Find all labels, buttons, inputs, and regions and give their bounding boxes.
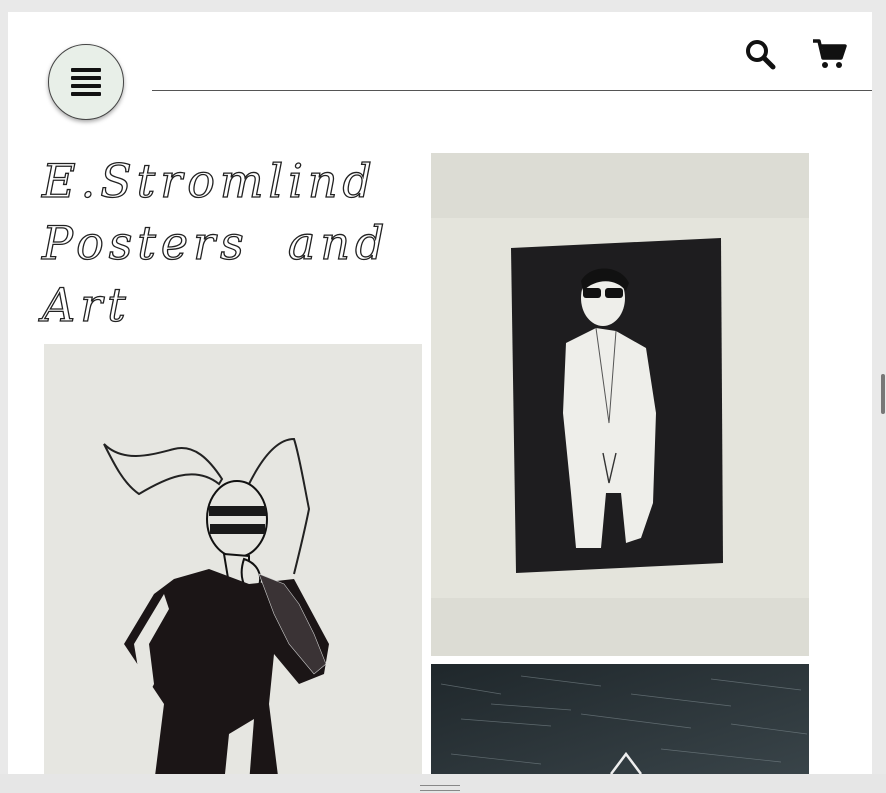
horned-figure-artwork[interactable]: [44, 344, 422, 774]
header-divider: [152, 90, 872, 91]
dark-water-artwork[interactable]: [431, 664, 809, 774]
sunglasses-figure-artwork[interactable]: [431, 153, 809, 656]
hamburger-icon: [71, 68, 101, 96]
site-logo[interactable]: E.Stromlind Posters and Art: [41, 150, 422, 336]
search-icon: [746, 40, 776, 70]
menu-button[interactable]: [48, 44, 124, 120]
cart-button[interactable]: [812, 38, 848, 70]
bottom-bar: [0, 774, 886, 793]
scrollbar-thumb[interactable]: [881, 374, 885, 414]
search-button[interactable]: [744, 38, 776, 70]
logo-line-1: E.Stromlind: [41, 153, 377, 208]
logo-line-2: Posters and: [41, 215, 390, 270]
page: E.Stromlind Posters and Art: [8, 12, 872, 774]
shopping-cart-icon: [813, 39, 847, 68]
resize-grip-icon[interactable]: [420, 785, 460, 791]
logo-line-3: Art: [41, 277, 131, 332]
